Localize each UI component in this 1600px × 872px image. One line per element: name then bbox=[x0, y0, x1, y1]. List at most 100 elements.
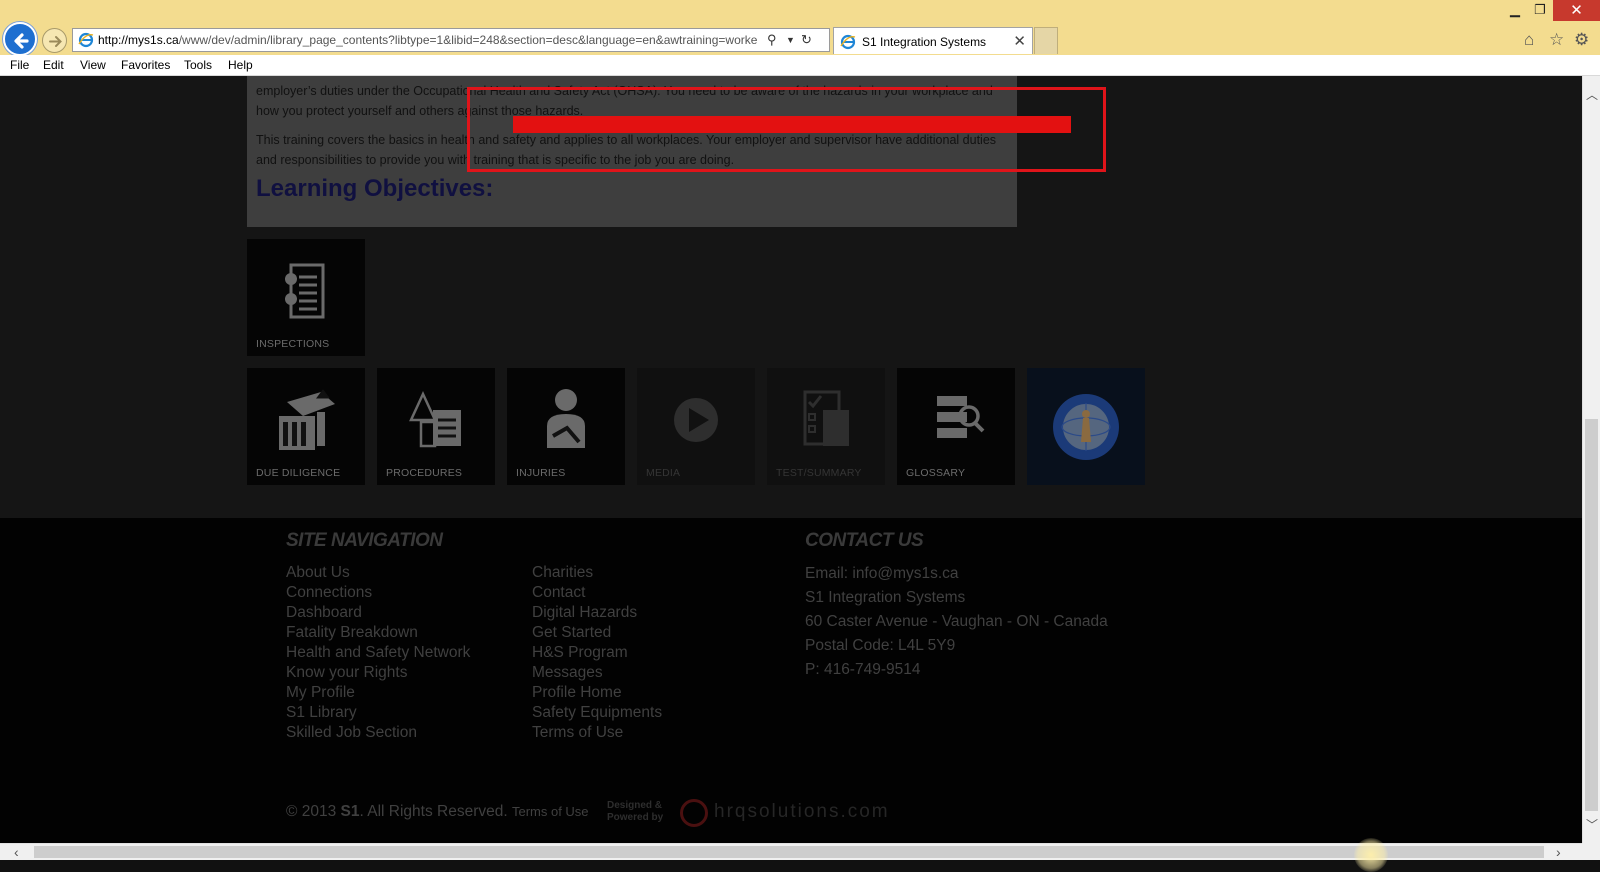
site-navigation-heading: SITE NAVIGATION bbox=[286, 530, 443, 551]
footer-link-profile-home[interactable]: Profile Home bbox=[532, 683, 662, 703]
scroll-down-arrow-icon[interactable]: ﹀ bbox=[1586, 816, 1598, 833]
copyright-rights: . All Rights Reserved. bbox=[359, 803, 512, 820]
menu-bar: File Edit View Favorites Tools Help bbox=[0, 55, 1600, 76]
glossary-search-icon bbox=[937, 396, 985, 438]
documents-hazard-icon bbox=[279, 389, 335, 450]
menu-edit[interactable]: Edit bbox=[43, 58, 64, 72]
dropdown-arrow-icon[interactable]: ▼ bbox=[786, 35, 795, 45]
footer-link-messages[interactable]: Messages bbox=[532, 663, 662, 683]
footer-link-skilled-job[interactable]: Skilled Job Section bbox=[286, 723, 470, 743]
footer-link-know-your-rights[interactable]: Know your Rights bbox=[286, 663, 470, 683]
contact-phone: P: 416-749-9514 bbox=[805, 661, 921, 678]
footer-link-terms-of-use[interactable]: Terms of Use bbox=[532, 723, 662, 743]
procedure-document-icon bbox=[409, 391, 461, 448]
refresh-icon[interactable]: ↻ bbox=[801, 32, 812, 48]
footer-link-digital-hazards[interactable]: Digital Hazards bbox=[532, 603, 662, 623]
browser-titlebar: ▁ ❐ ✕ http://mys1s.ca/www/dev/admin/libr… bbox=[0, 0, 1600, 56]
scroll-left-arrow-icon[interactable]: ‹ bbox=[14, 844, 19, 860]
ie-tab-icon bbox=[840, 34, 856, 50]
menu-help[interactable]: Help bbox=[228, 58, 253, 72]
footer-link-my-profile[interactable]: My Profile bbox=[286, 683, 470, 703]
new-tab-button[interactable] bbox=[1034, 27, 1058, 54]
tile-injuries[interactable]: INJURIES bbox=[507, 368, 625, 485]
horizontal-scroll-thumb[interactable] bbox=[34, 846, 1544, 858]
union-seal-icon bbox=[1053, 394, 1119, 460]
footer-link-connections[interactable]: Connections bbox=[286, 583, 470, 603]
menu-favorites[interactable]: Favorites bbox=[121, 58, 170, 72]
tile-glossary[interactable]: GLOSSARY bbox=[897, 368, 1015, 485]
menu-view[interactable]: View bbox=[80, 58, 106, 72]
mouse-cursor-highlight bbox=[1354, 838, 1388, 872]
footer-link-contact[interactable]: Contact bbox=[532, 583, 662, 603]
tile-procedures[interactable]: PROCEDURES bbox=[377, 368, 495, 485]
back-arrow-icon bbox=[14, 33, 29, 49]
test-checklist-icon bbox=[803, 390, 849, 446]
address-bar[interactable]: http://mys1s.ca/www/dev/admin/library_pa… bbox=[72, 28, 830, 52]
menu-tools[interactable]: Tools bbox=[184, 58, 212, 72]
tile-test-summary[interactable]: TEST/SUMMARY bbox=[767, 368, 885, 485]
close-window-button[interactable]: ✕ bbox=[1553, 0, 1600, 21]
minimize-button[interactable]: ▁ bbox=[1502, 0, 1528, 20]
home-icon[interactable]: ⌂ bbox=[1524, 30, 1534, 50]
contact-email[interactable]: Email: info@mys1s.ca bbox=[805, 565, 1108, 589]
tab-s1-integration[interactable]: S1 Integration Systems ✕ bbox=[833, 27, 1033, 54]
scroll-up-arrow-icon[interactable]: ︿ bbox=[1586, 86, 1598, 103]
back-button[interactable] bbox=[3, 22, 37, 56]
injured-person-icon bbox=[547, 389, 585, 448]
url-text[interactable]: http://mys1s.ca/www/dev/admin/library_pa… bbox=[98, 33, 763, 47]
clipboard-checklist-icon bbox=[285, 263, 325, 319]
vertical-scrollbar[interactable]: ︿ ﹀ bbox=[1582, 76, 1600, 843]
hrq-logo-icon[interactable] bbox=[680, 799, 708, 827]
contact-postal-code: Postal Code: L4L 5Y9 bbox=[805, 637, 956, 654]
tile-media[interactable]: MEDIA bbox=[637, 368, 755, 485]
footer-link-hs-program[interactable]: H&S Program bbox=[532, 643, 662, 663]
contact-company: S1 Integration Systems bbox=[805, 589, 966, 606]
horizontal-scrollbar[interactable]: ‹ › bbox=[0, 843, 1582, 860]
footer-link-safety-equipments[interactable]: Safety Equipments bbox=[532, 703, 662, 723]
contact-address: 60 Caster Avenue - Vaughan - ON - Canada bbox=[805, 613, 1108, 630]
designed-line-1: Designed & bbox=[607, 800, 663, 811]
union-seal-logo[interactable] bbox=[1027, 368, 1145, 485]
forward-button[interactable] bbox=[42, 28, 67, 53]
scrollbar-corner bbox=[1582, 843, 1600, 860]
menu-file[interactable]: File bbox=[10, 58, 29, 72]
footer-link-s1-library[interactable]: S1 Library bbox=[286, 703, 470, 723]
footer-link-dashboard[interactable]: Dashboard bbox=[286, 603, 470, 623]
favorites-star-icon[interactable]: ☆ bbox=[1549, 30, 1564, 50]
contact-us-heading: CONTACT US bbox=[805, 530, 924, 551]
page-body: employer’s duties under the Occupational… bbox=[0, 76, 1582, 518]
copyright-brand: S1 bbox=[340, 803, 360, 820]
scroll-right-arrow-icon[interactable]: › bbox=[1556, 844, 1561, 860]
vertical-scroll-thumb[interactable] bbox=[1585, 419, 1598, 811]
tile-inspections[interactable]: INSPECTIONS bbox=[247, 239, 365, 356]
footer-link-hs-network[interactable]: Health and Safety Network bbox=[286, 643, 470, 663]
tab-close-icon[interactable]: ✕ bbox=[1013, 32, 1026, 50]
search-icon[interactable]: ⚲ bbox=[767, 32, 777, 48]
tile-label: GLOSSARY bbox=[906, 467, 966, 479]
site-footer: SITE NAVIGATION About Us Connections Das… bbox=[0, 518, 1582, 843]
tile-label: MEDIA bbox=[646, 467, 681, 479]
footer-link-fatality-breakdown[interactable]: Fatality Breakdown bbox=[286, 623, 470, 643]
annotation-redaction-bar bbox=[513, 116, 1071, 133]
tile-due-diligence[interactable]: DUE DILIGENCE bbox=[247, 368, 365, 485]
settings-gear-icon[interactable]: ⚙ bbox=[1574, 30, 1589, 50]
footer-link-get-started[interactable]: Get Started bbox=[532, 623, 662, 643]
restore-button[interactable]: ❐ bbox=[1527, 0, 1553, 20]
hrq-solutions-link[interactable]: hrqsolutions.com bbox=[714, 801, 890, 823]
footer-link-about-us[interactable]: About Us bbox=[286, 563, 470, 583]
learning-objectives-heading: Learning Objectives: bbox=[256, 175, 494, 202]
ie-logo-icon bbox=[78, 32, 94, 48]
forward-arrow-icon bbox=[49, 36, 62, 47]
contact-info: Email: info@mys1s.ca S1 Integration Syst… bbox=[805, 565, 1108, 685]
nav-column-1: About Us Connections Dashboard Fatality … bbox=[286, 563, 470, 743]
tile-label: INSPECTIONS bbox=[256, 338, 330, 350]
url-host: http://mys1s.ca bbox=[98, 33, 179, 47]
tab-title: S1 Integration Systems bbox=[862, 35, 987, 49]
tile-label: TEST/SUMMARY bbox=[776, 467, 862, 479]
tile-label: PROCEDURES bbox=[386, 467, 463, 479]
play-icon bbox=[674, 398, 718, 442]
footer-link-charities[interactable]: Charities bbox=[532, 563, 662, 583]
copyright-terms-link[interactable]: Terms of Use bbox=[512, 804, 589, 819]
url-path: /www/dev/admin/library_page_contents?lib… bbox=[178, 33, 758, 47]
designed-by-label: Designed & Powered by bbox=[607, 800, 663, 824]
